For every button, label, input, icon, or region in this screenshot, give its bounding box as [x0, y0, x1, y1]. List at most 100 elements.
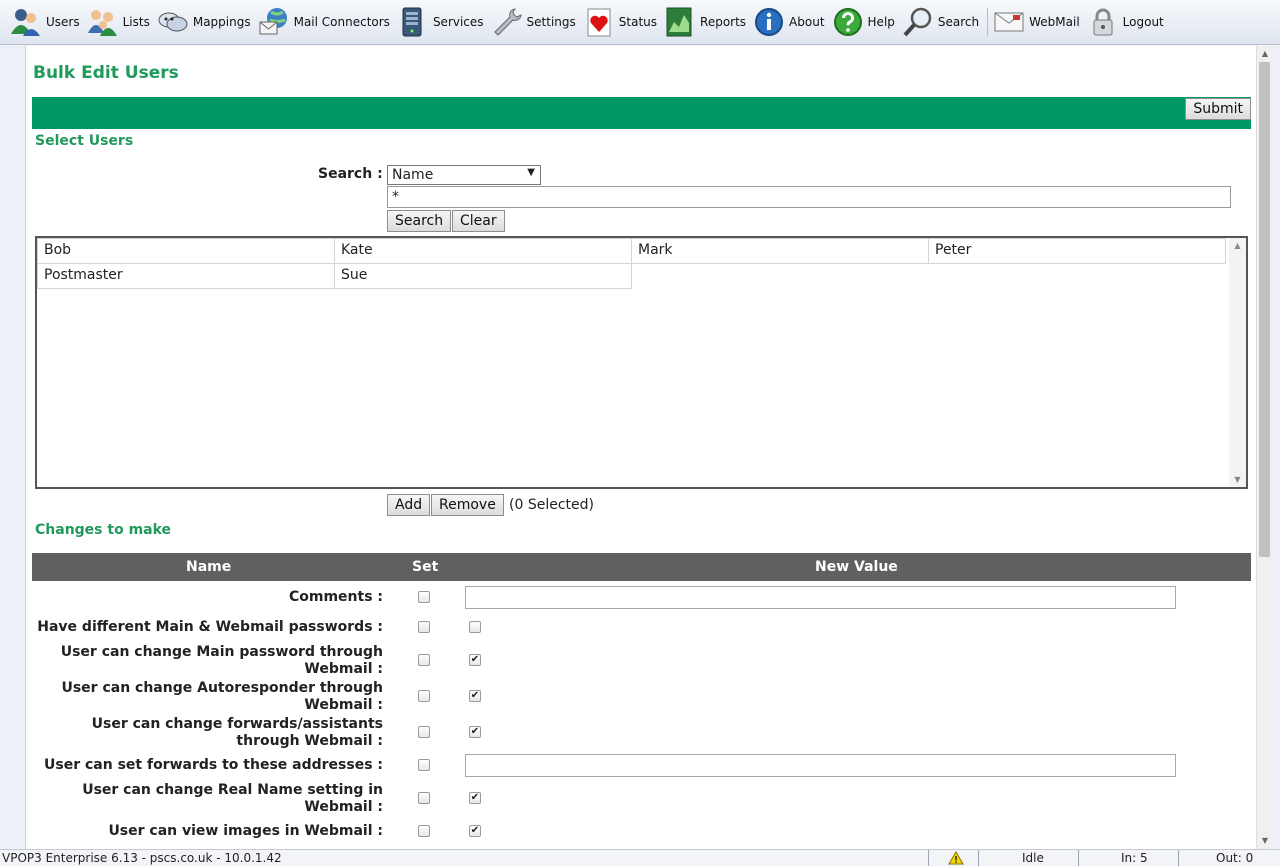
toolbar-status-button[interactable]: Status [581, 2, 662, 42]
status-icon [587, 8, 611, 37]
toolbar-settings-button[interactable]: Settings [489, 2, 581, 42]
scroll-down-icon[interactable]: ▼ [1229, 475, 1246, 484]
toolbar-webmail-label: WebMail [1029, 15, 1080, 29]
warning-icon [948, 851, 964, 865]
row-label-change-main-password: User can change Main password through We… [60, 644, 383, 677]
search-field-select[interactable]: Name ▼ [387, 165, 541, 185]
value-checkbox-different-passwords[interactable] [469, 621, 481, 633]
logout-icon [1093, 8, 1113, 36]
row-label-change-forwards: User can change forwards/assistants thro… [91, 716, 383, 749]
remove-button[interactable]: Remove [431, 494, 504, 516]
scroll-up-icon[interactable]: ▲ [1257, 46, 1273, 62]
set-checkbox-different-passwords[interactable] [418, 621, 430, 633]
users-icon [11, 9, 40, 36]
toolbar-services-label: Services [432, 15, 484, 29]
toolbar-services-button[interactable]: Services [395, 2, 489, 42]
window-edge [1272, 46, 1280, 849]
toolbar-separator [987, 8, 989, 36]
status-separator [1078, 850, 1079, 866]
status-out-count: Out: 0 [1216, 851, 1254, 865]
user-cell-peter[interactable]: Peter [928, 238, 1226, 264]
toolbar-help-button[interactable]: Help [830, 2, 900, 42]
header-new-value: New Value [815, 559, 898, 575]
select-users-heading: Select Users [35, 133, 134, 149]
row-label-different-passwords: Have different Main & Webmail passwords … [37, 619, 383, 635]
scroll-up-icon[interactable]: ▲ [1229, 241, 1246, 250]
value-checkbox-change-real-name[interactable]: ✔ [469, 792, 481, 804]
search-field-selected: Name [392, 167, 434, 183]
page-title: Bulk Edit Users [33, 63, 179, 83]
toolbar-mappings-label: Mappings [192, 15, 251, 29]
about-icon [755, 8, 784, 36]
status-bar: VPOP3 Enterprise 6.13 - pscs.co.uk - 10.… [0, 849, 1280, 866]
search-input-value: * [392, 189, 399, 205]
page-scrollbar[interactable]: ▲ ▼ [1256, 46, 1272, 849]
changes-heading: Changes to make [35, 522, 172, 538]
toolbar-webmail-button[interactable]: WebMail [991, 2, 1085, 42]
value-checkbox-change-main-password[interactable]: ✔ [469, 654, 481, 666]
add-button[interactable]: Add [387, 494, 431, 516]
comments-input[interactable] [465, 586, 1176, 609]
value-checkbox-view-images[interactable]: ✔ [469, 825, 481, 837]
scroll-thumb[interactable] [1259, 62, 1270, 557]
toolbar-about-label: About [789, 15, 825, 29]
mail-connectors-icon [259, 8, 287, 35]
clear-button[interactable]: Clear [452, 210, 505, 232]
toolbar-reports-button[interactable]: Reports [662, 2, 751, 42]
user-cell-mark[interactable]: Mark [631, 238, 929, 264]
forward-addresses-input[interactable] [465, 754, 1176, 777]
toolbar-mail-connectors-button[interactable]: Mail Connectors [256, 2, 395, 42]
toolbar-logout-button[interactable]: Logout [1085, 2, 1169, 42]
changes-table-header: Name Set New Value [32, 553, 1251, 581]
toolbar-mail-connectors-label: Mail Connectors [293, 15, 390, 29]
status-separator [928, 850, 929, 866]
header-set: Set [412, 559, 439, 575]
set-checkbox-change-real-name[interactable] [418, 792, 430, 804]
toolbar-mappings-button[interactable]: Mappings [155, 2, 256, 42]
toolbar-lists-button[interactable]: Lists [85, 2, 155, 42]
search-input[interactable]: * [387, 186, 1231, 208]
status-in-count: In: 5 [1121, 851, 1148, 865]
toolbar-search-button[interactable]: Search [900, 2, 984, 42]
value-checkbox-change-autoresponder[interactable]: ✔ [469, 690, 481, 702]
dropdown-arrow-icon: ▼ [527, 167, 535, 178]
toolbar-reports-label: Reports [700, 15, 747, 29]
row-label-view-images: User can view images in Webmail : [108, 823, 383, 839]
submit-button[interactable]: Submit [1185, 98, 1251, 120]
main-content: Bulk Edit Users Submit Select Users Sear… [25, 46, 1256, 849]
help-icon [833, 8, 862, 36]
user-list: Bob Kate Mark Peter Postmaster Sue ▲ ▼ [35, 236, 1248, 489]
value-checkbox-change-forwards[interactable]: ✔ [469, 726, 481, 738]
user-cell-postmaster[interactable]: Postmaster [37, 263, 335, 289]
set-checkbox-change-autoresponder[interactable] [418, 690, 430, 702]
row-label-forward-addresses: User can set forwards to these addresses… [44, 757, 383, 773]
row-label-change-autoresponder: User can change Autoresponder through We… [61, 680, 383, 713]
user-cell-kate[interactable]: Kate [334, 238, 632, 264]
user-list-scrollbar[interactable]: ▲ ▼ [1229, 238, 1246, 487]
scroll-down-icon[interactable]: ▼ [1257, 833, 1273, 849]
search-button[interactable]: Search [387, 210, 452, 232]
reports-icon [666, 7, 692, 37]
search-icon [903, 7, 932, 37]
set-checkbox-forward-addresses[interactable] [418, 759, 430, 771]
toolbar-logout-label: Logout [1122, 15, 1164, 29]
set-checkbox-change-forwards[interactable] [418, 726, 430, 738]
set-checkbox-comments[interactable] [418, 591, 430, 603]
search-label: Search : [318, 166, 383, 182]
action-bar: Submit [32, 97, 1251, 129]
set-checkbox-change-main-password[interactable] [418, 654, 430, 666]
webmail-icon [994, 12, 1024, 32]
toolbar-search-label: Search [937, 15, 980, 29]
toolbar-status-label: Status [618, 15, 658, 29]
selected-count: (0 Selected) [509, 497, 594, 513]
status-separator [978, 850, 979, 866]
user-cell-sue[interactable]: Sue [334, 263, 632, 289]
settings-icon [493, 8, 522, 36]
toolbar-about-button[interactable]: About [751, 2, 829, 42]
main-toolbar: Users Lists Mappings Mail Connectors Ser… [0, 0, 1280, 45]
toolbar-users-button[interactable]: Users [8, 2, 85, 42]
user-cell-bob[interactable]: Bob [37, 238, 335, 264]
services-icon [402, 7, 422, 37]
set-checkbox-view-images[interactable] [418, 825, 430, 837]
row-label-comments: Comments : [288, 589, 383, 605]
